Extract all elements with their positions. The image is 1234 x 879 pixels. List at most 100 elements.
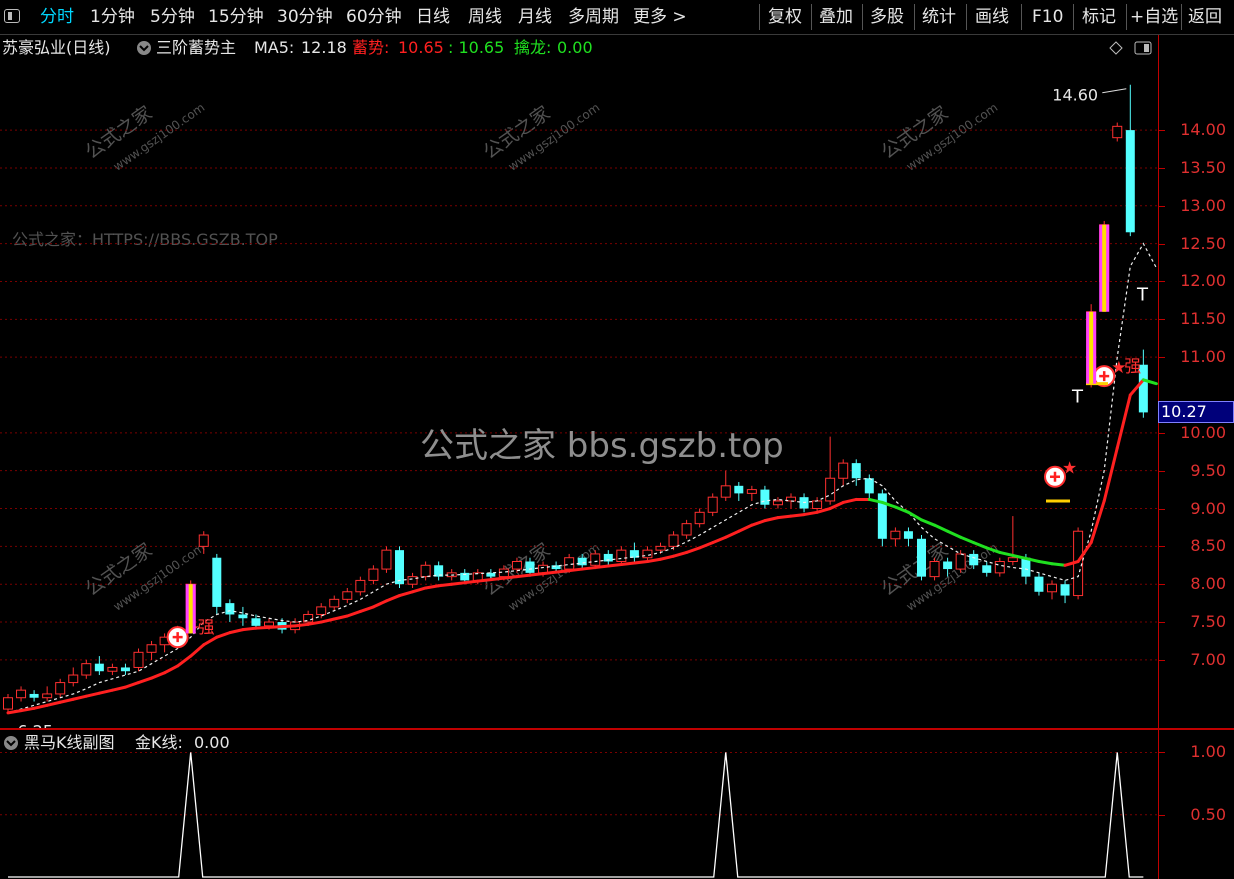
candle-body xyxy=(395,550,404,585)
axis-tick xyxy=(1159,622,1165,624)
stats-button[interactable]: 统计 xyxy=(922,0,956,34)
xushi-line-segment xyxy=(750,519,767,527)
candle xyxy=(969,550,979,570)
candle-body xyxy=(590,553,601,566)
xushi-line-segment xyxy=(698,541,715,550)
current-price-tag: 10.27 xyxy=(1158,401,1234,424)
xushi-line-segment xyxy=(137,676,154,685)
price-axis: 14.00 13.50 13.00 12.50 12.00 11.50 11.00 10.00… xyxy=(1158,35,1234,728)
price-axis-label: 11.50 xyxy=(1180,309,1226,329)
candle-body xyxy=(1047,583,1057,593)
xushi-line-segment xyxy=(763,516,780,523)
candle-body xyxy=(720,485,731,498)
add-watchlist-button[interactable]: +自选 xyxy=(1130,0,1178,34)
tab-fenshi[interactable]: 分时 xyxy=(40,0,74,34)
tab-15min[interactable]: 15分钟 xyxy=(208,0,264,34)
price-axis-label: 12.00 xyxy=(1180,271,1226,291)
toolbar-divider xyxy=(759,4,760,30)
tab-weekly[interactable]: 周线 xyxy=(468,0,502,34)
menu-icon[interactable] xyxy=(4,9,20,23)
chevron-down-icon[interactable] xyxy=(3,735,19,751)
tab-monthly[interactable]: 月线 xyxy=(518,0,552,34)
candle-body xyxy=(746,489,757,494)
candle xyxy=(94,656,104,676)
xushi-line-segment xyxy=(685,546,702,554)
candle xyxy=(838,459,849,486)
candle xyxy=(198,531,209,554)
candle xyxy=(1007,516,1018,566)
xushi-line-segment xyxy=(515,573,532,579)
candle-body xyxy=(564,557,575,570)
xushi-label: 蓄势: xyxy=(352,38,390,57)
draw-line-button[interactable]: 画线 xyxy=(975,0,1009,34)
qinlong-label: 擒龙: xyxy=(514,38,552,57)
candle-body xyxy=(851,463,861,479)
f10-button[interactable]: F10 xyxy=(1032,0,1063,34)
window-icon[interactable] xyxy=(1134,41,1152,55)
ma5-value: 12.18 xyxy=(301,38,347,57)
tab-5min[interactable]: 5分钟 xyxy=(150,0,195,34)
qinlong-value: 0.00 xyxy=(557,38,593,57)
tab-1min[interactable]: 1分钟 xyxy=(90,0,135,34)
xushi-line-segment xyxy=(163,664,180,675)
candle xyxy=(407,572,418,588)
tick-marker: T xyxy=(1071,387,1084,408)
axis-tick xyxy=(1159,584,1165,586)
xushi-value: 10.65 xyxy=(398,38,444,57)
xushi-line-segment xyxy=(150,671,167,680)
candle xyxy=(395,546,404,588)
xushi-line-segment xyxy=(424,584,441,590)
xushi-line-segment xyxy=(110,685,127,692)
indicator-name[interactable]: 三阶蓄势主 xyxy=(156,35,236,61)
tab-60min[interactable]: 60分钟 xyxy=(346,0,402,34)
tab-more[interactable]: 更多 > xyxy=(633,0,687,34)
diamond-icon[interactable] xyxy=(1109,41,1123,55)
axis-tick xyxy=(1159,243,1165,245)
xushi-line-segment xyxy=(606,563,623,568)
xushi-line-segment xyxy=(1115,393,1132,450)
tab-30min[interactable]: 30分钟 xyxy=(277,0,333,34)
xushi-line-segment xyxy=(841,497,858,504)
axis-tick xyxy=(1159,281,1165,283)
multi-stock-button[interactable]: 多股 xyxy=(870,0,904,34)
xushi-line-segment xyxy=(645,557,662,563)
candle-body xyxy=(982,565,992,573)
candle-body xyxy=(812,500,823,510)
fuquan-button[interactable]: 复权 xyxy=(768,0,802,34)
tab-multi-period[interactable]: 多周期 xyxy=(568,0,619,34)
subchart-name[interactable]: 黑马K线副图 xyxy=(24,731,115,755)
candle xyxy=(107,663,118,676)
axis-tick xyxy=(1159,508,1165,510)
candle xyxy=(943,557,953,577)
price-axis-label: 7.50 xyxy=(1190,612,1226,632)
xushi-line-segment xyxy=(632,560,649,565)
xushi-line-segment xyxy=(802,510,819,517)
chevron-down-icon[interactable] xyxy=(136,40,152,56)
candle xyxy=(955,550,966,573)
tab-daily[interactable]: 日线 xyxy=(416,0,450,34)
candle-body xyxy=(616,549,627,563)
toolbar-divider xyxy=(1073,4,1074,30)
xushi-line-segment xyxy=(489,576,506,582)
candle xyxy=(720,470,731,501)
candle-body xyxy=(381,549,392,570)
candle xyxy=(29,690,39,702)
overlay-button[interactable]: 叠加 xyxy=(819,0,853,34)
candle-body xyxy=(655,545,666,551)
toolbar-divider xyxy=(966,4,967,30)
xushi-line-segment xyxy=(254,625,271,630)
xushi-line-segment xyxy=(776,514,793,520)
back-button[interactable]: 返回 xyxy=(1188,0,1222,34)
candle-body xyxy=(133,651,144,668)
strong-label: 强 xyxy=(198,618,215,638)
candle xyxy=(68,667,79,687)
high-label: 14.60 xyxy=(1052,86,1098,105)
candle xyxy=(81,659,92,679)
xushi-line-segment xyxy=(972,541,989,550)
candlestick-chart[interactable]: 14.60←6.25★强★★强TT xyxy=(0,62,1158,728)
candle xyxy=(903,527,913,547)
highlight-candle-core xyxy=(188,584,193,634)
xushi-line-segment xyxy=(398,590,415,598)
candle xyxy=(42,686,53,702)
mark-button[interactable]: 标记 xyxy=(1082,0,1116,34)
